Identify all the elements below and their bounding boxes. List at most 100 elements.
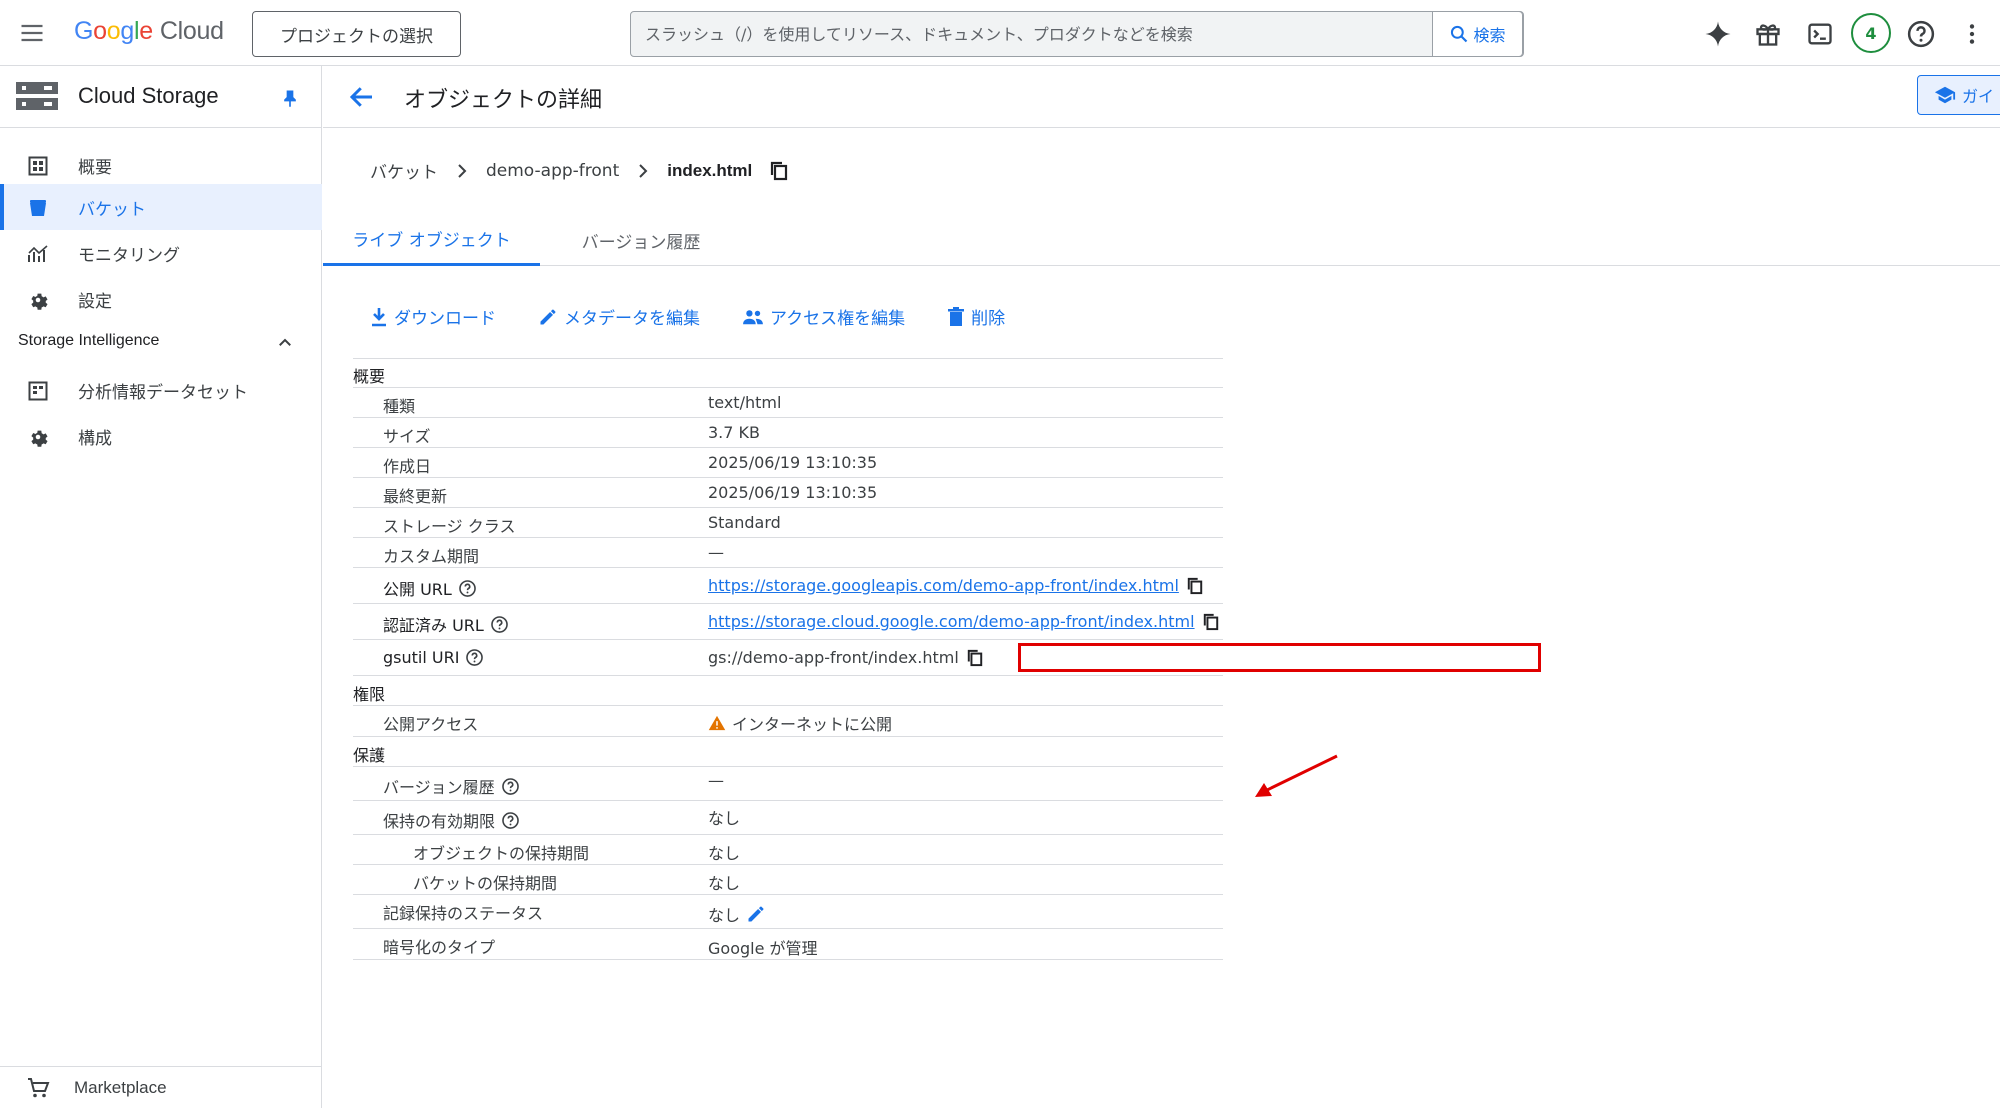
tab-version-history[interactable]: バージョン履歴: [551, 214, 731, 266]
sidebar-item-label: 分析情報データセット: [78, 382, 248, 403]
sidebar-section-storage-intelligence[interactable]: Storage Intelligence: [18, 332, 159, 350]
help-circle-icon[interactable]: [458, 579, 477, 598]
help-circle-icon[interactable]: [501, 811, 520, 830]
search-button[interactable]: 検索: [1432, 11, 1523, 57]
breadcrumb-bucket-name[interactable]: demo-app-front: [486, 161, 619, 181]
sidebar-item-monitoring[interactable]: モニタリング: [0, 230, 322, 276]
marketplace-label: Marketplace: [74, 1078, 167, 1097]
help-icon[interactable]: [1905, 18, 1937, 50]
delete-label: 削除: [971, 309, 1006, 329]
guide-button[interactable]: ガイ: [1917, 75, 2000, 115]
copy-icon[interactable]: [1187, 577, 1203, 595]
gsutil-uri-value: gs://demo-app-front/index.html: [708, 648, 959, 667]
top-bar: GoogleCloud プロジェクトの選択 検索 4: [0, 0, 2000, 66]
search-input[interactable]: [645, 12, 1245, 56]
logo-letter: g: [120, 17, 134, 45]
warning-icon: [708, 715, 726, 731]
notification-count-badge[interactable]: 4: [1851, 13, 1891, 53]
download-icon: [370, 307, 388, 327]
sidebar-item-overview[interactable]: 概要: [0, 142, 322, 188]
row-label: 公開 URL: [383, 576, 477, 600]
chevron-up-icon[interactable]: [276, 334, 294, 352]
gemini-sparkle-icon[interactable]: [1702, 18, 1734, 50]
edit-access-label: アクセス権を編集: [770, 309, 906, 329]
row-value: Google が管理: [708, 939, 818, 958]
pencil-icon[interactable]: [746, 904, 766, 924]
row-value: —: [708, 543, 724, 562]
marketplace-cart-icon: [26, 1077, 50, 1099]
section-permissions: 権限: [353, 676, 1223, 706]
guide-button-label: ガイ: [1962, 87, 1995, 106]
search-bar: 検索: [630, 11, 1524, 57]
row-value: gs://demo-app-front/index.html: [708, 648, 983, 667]
row-label: 公開アクセス: [383, 715, 479, 734]
download-button[interactable]: ダウンロード: [370, 304, 496, 329]
row-value: なし: [708, 874, 741, 893]
sidebar-item-insights-datasets[interactable]: 分析情報データセット: [0, 367, 322, 413]
table-row: オブジェクトの保持期間 なし: [353, 835, 1223, 865]
row-value: なし: [708, 844, 741, 863]
edit-access-button[interactable]: アクセス権を編集: [742, 304, 905, 329]
help-circle-icon[interactable]: [490, 615, 509, 634]
overview-icon: [26, 154, 50, 178]
logo-cloud-word: Cloud: [159, 17, 224, 45]
menu-icon[interactable]: [18, 19, 46, 47]
public-url-link[interactable]: https://storage.googleapis.com/demo-app-…: [708, 576, 1179, 595]
school-icon: [1934, 85, 1956, 105]
row-value: なし: [708, 809, 741, 828]
help-circle-icon[interactable]: [465, 648, 484, 667]
row-label: バケットの保持期間: [413, 874, 558, 893]
project-select-button[interactable]: プロジェクトの選択: [252, 11, 461, 57]
copy-icon[interactable]: [1203, 613, 1219, 631]
hold-status-value: なし: [708, 906, 741, 925]
row-value: 2025/06/19 13:10:35: [708, 453, 878, 472]
edit-metadata-button[interactable]: メタデータを編集: [538, 304, 700, 329]
breadcrumb-buckets[interactable]: バケット: [370, 158, 438, 183]
settings-icon: [26, 288, 50, 312]
row-label: バージョン履歴: [383, 774, 520, 798]
pencil-icon: [538, 307, 558, 327]
sidebar-item-label: 設定: [78, 291, 112, 312]
row-label: カスタム期間: [383, 547, 480, 566]
copy-icon[interactable]: [967, 649, 983, 667]
sidebar-item-buckets[interactable]: バケット: [0, 184, 322, 230]
row-value: Standard: [708, 513, 781, 532]
terminal-icon[interactable]: [1804, 18, 1836, 50]
row-label: 作成日: [383, 457, 432, 476]
monitoring-icon: [26, 242, 50, 266]
section-label: 権限: [353, 685, 386, 704]
sidebar-item-marketplace[interactable]: Marketplace: [0, 1066, 322, 1108]
back-arrow-icon[interactable]: [347, 82, 377, 112]
people-icon: [742, 308, 764, 326]
table-row: カスタム期間 —: [353, 538, 1223, 568]
copy-icon[interactable]: [770, 161, 788, 181]
product-title: Cloud Storage: [78, 83, 219, 108]
authenticated-url-link[interactable]: https://storage.cloud.google.com/demo-ap…: [708, 612, 1195, 631]
sidebar-item-label: バケット: [78, 199, 146, 220]
sidebar-item-configuration[interactable]: 構成: [0, 413, 322, 459]
page-header: オブジェクトの詳細 ガイ: [323, 66, 2000, 128]
logo-letter: e: [139, 17, 153, 45]
gift-icon[interactable]: [1752, 18, 1784, 50]
more-vert-icon[interactable]: [1956, 18, 1988, 50]
table-row: バケットの保持期間 なし: [353, 865, 1223, 895]
download-label: ダウンロード: [394, 309, 496, 329]
google-cloud-logo[interactable]: Google Cloud: [74, 17, 224, 46]
delete-button[interactable]: 削除: [947, 304, 1005, 329]
table-row: ストレージ クラス Standard: [353, 508, 1223, 538]
edit-metadata-label: メタデータを編集: [564, 309, 700, 329]
row-label: 最終更新: [383, 487, 448, 506]
tab-live-objects[interactable]: ライブ オブジェクト: [323, 214, 540, 266]
chevron-right-icon: [456, 163, 468, 178]
tab-bar: ライブ オブジェクト バージョン履歴: [323, 214, 2000, 266]
row-label: 記録保持のステータス: [383, 904, 544, 923]
row-value: インターネットに公開: [708, 711, 892, 735]
table-row: 保持の有効期限 なし: [353, 801, 1223, 835]
row-label: 認証済み URL: [383, 612, 509, 636]
help-circle-icon[interactable]: [501, 777, 520, 796]
pin-icon[interactable]: [280, 87, 300, 109]
sidebar-item-settings[interactable]: 設定: [0, 276, 322, 322]
dataset-icon: [26, 379, 50, 403]
row-label: 種類: [383, 397, 416, 416]
bucket-icon: [26, 196, 50, 220]
